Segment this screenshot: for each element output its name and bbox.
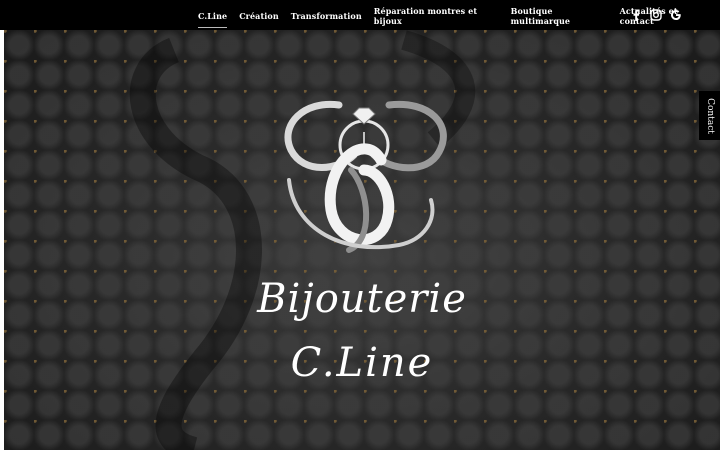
nav-item-boutique[interactable]: Boutique multimarque [511,0,608,34]
google-icon[interactable] [670,9,682,21]
brand-title-line1: Bijouterie [257,276,467,322]
bijouterie-logo [284,100,447,253]
brand-title-line2: C.Line [290,340,434,386]
hero-banner: Bijouterie C.Line [4,30,720,450]
nav-item-reparation[interactable]: Réparation montres et bijoux [374,0,499,34]
contact-tab-label: Contact [704,97,715,134]
instagram-icon[interactable] [650,9,662,21]
facebook-icon[interactable] [630,9,642,21]
nav-item-cline[interactable]: C.Line [198,2,228,29]
top-navigation-bar: C.Line Création Transformation Réparatio… [0,0,720,30]
nav-item-creation[interactable]: Création [239,2,279,29]
contact-side-tab[interactable]: Contact [699,91,720,140]
nav-item-transformation[interactable]: Transformation [291,2,362,29]
social-links [630,0,682,30]
